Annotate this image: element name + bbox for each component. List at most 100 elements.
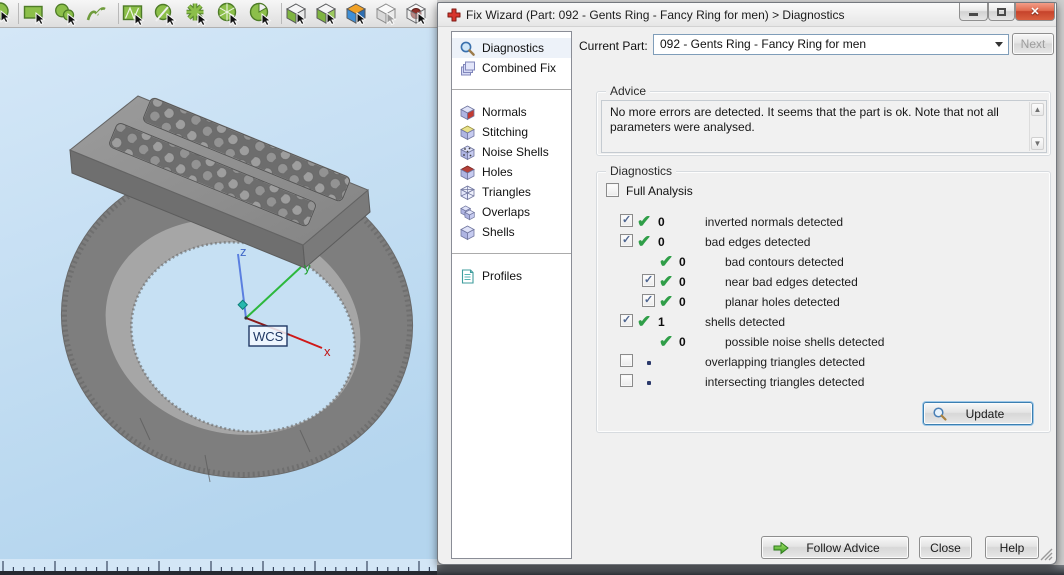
cube-yellow-top-icon [460, 125, 475, 140]
tool-mark-point-sphere-icon[interactable] [404, 1, 430, 27]
resize-grip[interactable] [1040, 548, 1053, 561]
sidebar-item-diagnostics[interactable]: Diagnostics [452, 38, 571, 58]
screen-right-strip [1056, 0, 1064, 575]
advice-text: No more errors are detected. It seems th… [610, 105, 999, 134]
tool-mark-brush-icon[interactable] [152, 1, 178, 27]
sidebar-item-noise-shells[interactable]: Noise Shells [452, 142, 571, 162]
help-button[interactable]: Help [985, 536, 1039, 559]
row-checkbox[interactable] [642, 293, 655, 307]
diagnostic-row: overlapping triangles detected [597, 352, 1050, 372]
row-checkbox[interactable] [620, 354, 633, 367]
ok-check-icon: ✔ [637, 212, 652, 231]
close-icon: ✕ [1030, 6, 1040, 18]
screen-bottom-band [437, 565, 1064, 575]
ok-check-icon: ✔ [659, 292, 674, 311]
advice-group: Advice No more errors are detected. It s… [596, 84, 1051, 156]
axis-x-label: x [324, 344, 331, 359]
sidebar-item-holes[interactable]: Holes [452, 162, 571, 182]
tool-marked-partial-icon[interactable] [0, 1, 13, 27]
axis-z-label: z [240, 244, 247, 259]
cubes-overlapping-icon [460, 205, 476, 220]
sidebar-separator [452, 89, 571, 90]
ok-check-icon: ✔ [659, 332, 674, 351]
full-analysis-checkbox[interactable] [606, 183, 619, 197]
cube-red-top-icon [460, 165, 475, 180]
idle-dot-icon [647, 361, 651, 365]
document-icon [461, 268, 474, 284]
diagnostic-row: ✔ 0 bad contours detected [659, 252, 844, 271]
scroll-down-icon[interactable]: ▼ [1031, 137, 1044, 150]
row-checkbox[interactable] [642, 273, 655, 287]
tool-mark-ellipse-icon[interactable] [53, 1, 79, 27]
tool-mark-star-icon[interactable] [183, 1, 209, 27]
ok-check-icon: ✔ [637, 312, 652, 331]
row-checkbox[interactable] [620, 213, 633, 227]
toolbar-separator [118, 3, 119, 24]
sidebar-item-stitching[interactable]: Stitching [452, 122, 571, 142]
toolbar-separator [281, 3, 282, 24]
chevron-down-icon [995, 42, 1003, 47]
advice-scrollbar[interactable]: ▲ ▼ [1029, 102, 1045, 151]
wizard-sidebar: Diagnostics Combined Fix Normals Stitchi… [451, 31, 572, 559]
diagnostic-row: intersecting triangles detected [597, 372, 1050, 392]
tool-mark-plane-cube-icon[interactable] [284, 1, 310, 27]
tool-mark-freeform-icon[interactable] [84, 1, 110, 27]
tool-mark-rectangle-icon[interactable] [22, 1, 48, 27]
3d-viewport[interactable]: z y x WCS [0, 28, 437, 575]
follow-advice-button[interactable]: Follow Advice [761, 536, 909, 559]
sidebar-item-combined-fix[interactable]: Combined Fix [452, 58, 571, 78]
layers-icon [461, 61, 475, 75]
maximize-button[interactable] [988, 3, 1015, 21]
row-checkbox[interactable] [620, 313, 633, 327]
magnifier-icon [460, 41, 475, 56]
diagnostics-group-label: Diagnostics [606, 164, 677, 178]
tool-mark-circle-icon[interactable] [215, 1, 241, 27]
ok-check-icon: ✔ [659, 272, 674, 291]
tool-mark-sector-icon[interactable] [247, 1, 273, 27]
tool-mark-surface-cube-icon[interactable] [314, 1, 340, 27]
diagnostic-row: ✔ 0 planar holes detected [597, 292, 1050, 312]
update-button[interactable]: Update [923, 402, 1033, 425]
close-button[interactable]: Close [919, 536, 972, 559]
wcs-label: WCS [248, 325, 288, 347]
ok-check-icon: ✔ [637, 232, 652, 251]
toolbar-separator [18, 3, 19, 24]
full-analysis-label: Full Analysis [626, 184, 693, 198]
tool-unmark-cube-icon[interactable] [374, 1, 400, 27]
cube-wireframe-icon [460, 185, 475, 200]
close-window-button[interactable]: ✕ [1015, 3, 1055, 21]
cube-plain-icon [460, 225, 475, 240]
sidebar-item-triangles[interactable]: Triangles [452, 182, 571, 202]
advice-group-label: Advice [606, 84, 651, 98]
idle-dot-icon [647, 381, 651, 385]
scroll-up-icon[interactable]: ▲ [1031, 103, 1044, 116]
diagnostic-row: ✔ 1 shells detected [597, 312, 1050, 332]
diagnostics-group: Diagnostics Full Analysis ✔ 0 inverted n… [596, 164, 1051, 433]
row-checkbox[interactable] [620, 233, 633, 247]
sidebar-separator [452, 253, 571, 254]
current-part-dropdown[interactable]: 092 - Gents Ring - Fancy Ring for men [653, 34, 1009, 55]
green-arrow-icon [773, 540, 789, 555]
diagnostic-row: ✔ 0 possible noise shells detected [659, 332, 885, 351]
sidebar-item-shells[interactable]: Shells [452, 222, 571, 242]
axis-y-label: y [304, 260, 311, 275]
tool-mark-window-triangles-icon[interactable] [121, 1, 147, 27]
diagnostic-row: ✔ 0 near bad edges detected [597, 272, 1050, 292]
dialog-title: Fix Wizard (Part: 092 - Gents Ring - Fan… [466, 8, 845, 22]
minimize-button[interactable] [959, 3, 988, 21]
marking-toolbar [0, 0, 437, 28]
dialog-titlebar[interactable]: Fix Wizard (Part: 092 - Gents Ring - Fan… [438, 3, 1056, 27]
ok-check-icon: ✔ [659, 252, 674, 271]
fix-wizard-cross-icon [447, 8, 461, 22]
screen: z y x WCS Fix Wizard (Part: 092 - Gents … [0, 0, 1064, 575]
cube-red-face-icon [460, 105, 475, 120]
diagnostic-row: ✔ 0 inverted normals detected [597, 212, 1050, 232]
minimize-icon [969, 13, 978, 16]
sidebar-item-normals[interactable]: Normals [452, 102, 571, 122]
next-button[interactable]: Next [1012, 33, 1054, 55]
row-checkbox[interactable] [620, 374, 633, 387]
tool-mark-shell-cube-icon[interactable] [344, 1, 370, 27]
sidebar-item-profiles[interactable]: Profiles [452, 266, 571, 286]
sidebar-item-overlaps[interactable]: Overlaps [452, 202, 571, 222]
viewport-ruler [0, 559, 437, 575]
